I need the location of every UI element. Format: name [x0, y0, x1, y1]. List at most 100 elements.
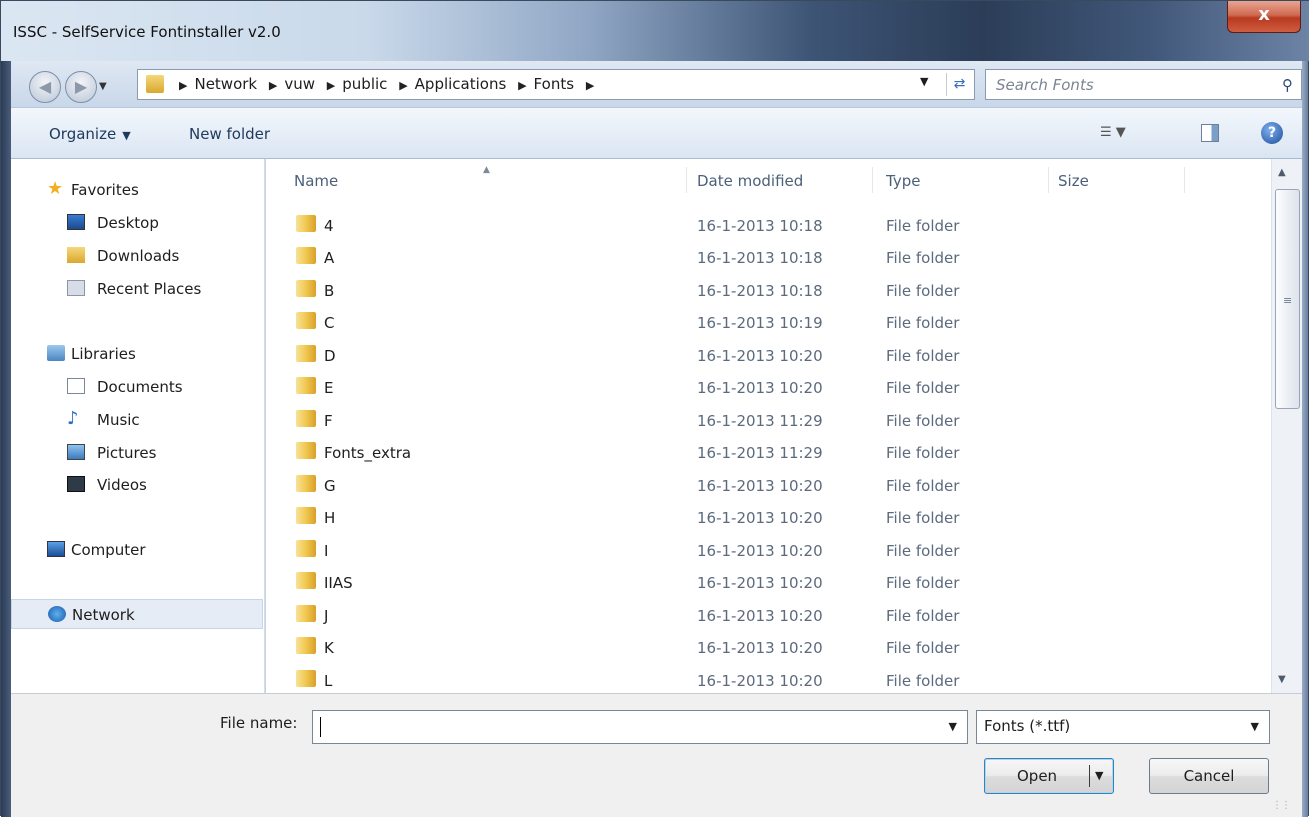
address-bar[interactable]: ▶ Network ▶ vuw ▶ public ▶ Applications ▶ Fon… [137, 69, 975, 100]
chevron-down-icon[interactable]: ▼ [1251, 720, 1259, 733]
breadcrumb-item[interactable]: public [342, 75, 387, 93]
chevron-right-icon[interactable]: ▶ [327, 79, 335, 92]
close-icon: x [1258, 4, 1270, 25]
chevron-down-icon[interactable]: ▼ [949, 720, 957, 733]
preview-pane-icon[interactable] [1201, 124, 1219, 142]
column-header-name[interactable]: Name [294, 172, 338, 190]
chevron-down-icon[interactable]: ▼ [1095, 759, 1103, 793]
scrollbar-thumb[interactable]: ≡ [1275, 189, 1300, 409]
file-name-field[interactable]: ▼ [312, 710, 968, 744]
new-folder-button[interactable]: New folder [189, 125, 270, 143]
breadcrumb-item[interactable]: Applications [415, 75, 507, 93]
nav-music[interactable]: ♪ Music [11, 405, 263, 435]
table-row[interactable]: D 16-1-2013 10:20 File folder [266, 341, 1271, 373]
back-button[interactable]: ◀ [29, 71, 61, 103]
nav-label: Computer [71, 541, 146, 559]
refresh-button[interactable]: ⇄ [946, 73, 972, 96]
help-icon[interactable]: ? [1261, 122, 1283, 144]
column-header-date[interactable]: Date modified [697, 172, 803, 190]
nav-label: Favorites [71, 181, 139, 199]
network-icon [48, 606, 66, 622]
cell-type: File folder [886, 314, 960, 332]
cell-date: 16-1-2013 10:20 [697, 347, 823, 365]
file-type-value: Fonts (*.ttf) [984, 717, 1071, 735]
nav-pictures[interactable]: Pictures [11, 438, 263, 468]
table-row[interactable]: Fonts_extra 16-1-2013 11:29 File folder [266, 438, 1271, 470]
table-row[interactable]: A 16-1-2013 10:18 File folder [266, 243, 1271, 275]
column-header-size[interactable]: Size [1058, 172, 1089, 190]
chevron-right-icon[interactable]: ▶ [179, 79, 187, 92]
vertical-scrollbar[interactable]: ▲ ≡ ▼ [1271, 159, 1302, 693]
folder-icon [296, 507, 316, 524]
breadcrumb-item[interactable]: Fonts [534, 75, 574, 93]
table-row[interactable]: L 16-1-2013 10:20 File folder [266, 666, 1271, 693]
dialog-footer: File name: ▼ Fonts (*.ttf) ▼ Open ▼ Canc… [11, 693, 1302, 817]
address-history-dropdown[interactable]: ▼ [920, 75, 928, 88]
cell-name: J [324, 607, 329, 625]
title-bar[interactable]: ISSC - SelfService Fontinstaller v2.0 x [1, 1, 1309, 61]
table-row[interactable]: I 16-1-2013 10:20 File folder [266, 536, 1271, 568]
scroll-up-icon[interactable]: ▲ [1278, 167, 1286, 178]
folder-icon [296, 345, 316, 362]
table-row[interactable]: B 16-1-2013 10:18 File folder [266, 276, 1271, 308]
table-row[interactable]: E 16-1-2013 10:20 File folder [266, 373, 1271, 405]
chevron-right-icon[interactable]: ▶ [269, 79, 277, 92]
recent-places-icon [67, 280, 85, 296]
resize-grip-icon[interactable]: ⋮⋮ [1272, 800, 1291, 811]
window-frame-left [1, 1, 11, 817]
chevron-right-icon[interactable]: ▶ [518, 79, 526, 92]
grip-icon: ≡ [1283, 294, 1293, 307]
organize-button[interactable]: Organize ▼ [49, 125, 131, 143]
column-divider[interactable] [1184, 167, 1185, 193]
breadcrumb-item[interactable]: vuw [284, 75, 315, 93]
table-row[interactable]: 4 16-1-2013 10:18 File folder [266, 211, 1271, 243]
table-row[interactable]: IIAS 16-1-2013 10:20 File folder [266, 568, 1271, 600]
cancel-button[interactable]: Cancel [1149, 758, 1269, 794]
refresh-icon: ⇄ [953, 76, 966, 92]
recent-locations-dropdown[interactable]: ▼ [99, 81, 107, 92]
nav-favorites[interactable]: ★ Favorites [11, 175, 263, 205]
nav-label: Pictures [97, 444, 157, 462]
nav-computer[interactable]: Computer [11, 535, 263, 565]
forward-button[interactable]: ▶ [65, 71, 97, 103]
search-icon[interactable]: ⚲ [1282, 76, 1293, 94]
change-view-button[interactable]: ☰ ▼ [1100, 125, 1126, 140]
nav-downloads[interactable]: Downloads [11, 241, 263, 271]
table-row[interactable]: K 16-1-2013 10:20 File folder [266, 633, 1271, 665]
breadcrumb-item[interactable]: Network [194, 75, 257, 93]
chevron-right-icon[interactable]: ▶ [399, 79, 407, 92]
search-input[interactable]: Search Fonts [996, 76, 1094, 94]
table-row[interactable]: C 16-1-2013 10:19 File folder [266, 308, 1271, 340]
table-row[interactable]: J 16-1-2013 10:20 File folder [266, 601, 1271, 633]
table-row[interactable]: G 16-1-2013 10:20 File folder [266, 471, 1271, 503]
cell-type: File folder [886, 217, 960, 235]
column-header-type[interactable]: Type [886, 172, 920, 190]
file-type-select[interactable]: Fonts (*.ttf) ▼ [976, 710, 1270, 744]
sort-ascending-icon: ▲ [483, 165, 490, 175]
command-bar: Organize ▼ New folder ☰ ▼ ? [11, 107, 1302, 159]
nav-desktop[interactable]: Desktop [11, 208, 263, 238]
nav-label: Downloads [97, 247, 180, 265]
scroll-down-icon[interactable]: ▼ [1278, 674, 1286, 685]
cell-date: 16-1-2013 10:18 [697, 282, 823, 300]
nav-videos[interactable]: Videos [11, 470, 263, 500]
file-open-dialog: ISSC - SelfService Fontinstaller v2.0 x … [0, 0, 1309, 817]
nav-documents[interactable]: Documents [11, 372, 263, 402]
close-button[interactable]: x [1227, 1, 1301, 33]
window-title: ISSC - SelfService Fontinstaller v2.0 [13, 23, 281, 41]
column-divider[interactable] [872, 167, 873, 193]
chevron-right-icon[interactable]: ▶ [586, 79, 594, 92]
column-divider[interactable] [1048, 167, 1049, 193]
search-box[interactable]: Search Fonts ⚲ [985, 69, 1302, 100]
nav-libraries[interactable]: Libraries [11, 339, 263, 369]
star-icon: ★ [47, 178, 64, 199]
cell-type: File folder [886, 607, 960, 625]
nav-recent-places[interactable]: Recent Places [11, 274, 263, 304]
table-row[interactable]: H 16-1-2013 10:20 File folder [266, 503, 1271, 535]
column-divider[interactable] [686, 167, 687, 193]
folder-icon [296, 670, 316, 687]
folder-icon [296, 442, 316, 459]
table-row[interactable]: F 16-1-2013 11:29 File folder [266, 406, 1271, 438]
open-button[interactable]: Open ▼ [984, 758, 1114, 794]
nav-network[interactable]: Network [11, 599, 263, 629]
